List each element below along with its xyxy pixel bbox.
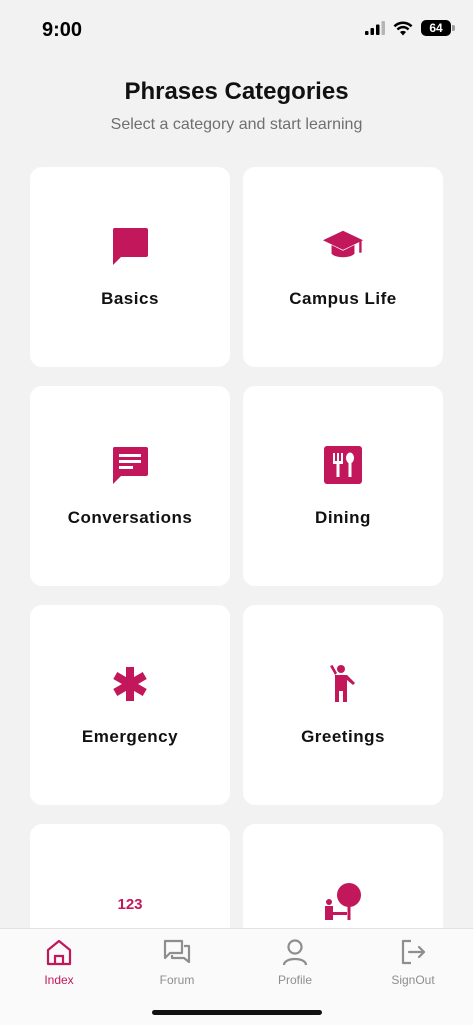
category-card-campus-life[interactable]: Campus Life bbox=[243, 167, 443, 367]
numbers-123-icon: 123 bbox=[109, 882, 151, 924]
person-tree-icon bbox=[322, 882, 364, 924]
category-card-emergency[interactable]: Emergency bbox=[30, 605, 230, 805]
message-lines-icon bbox=[109, 444, 151, 486]
graduation-cap-icon bbox=[322, 225, 364, 267]
tab-label: SignOut bbox=[391, 973, 435, 987]
category-label: Greetings bbox=[301, 727, 385, 746]
signal-icon bbox=[365, 21, 385, 35]
person-icon bbox=[282, 939, 308, 966]
status-time: 9:00 bbox=[42, 19, 83, 41]
bottom-tab-bar: Index Forum Profile SignOut bbox=[0, 928, 473, 1025]
battery-level: 64 bbox=[429, 21, 443, 35]
tab-label: Index bbox=[44, 973, 74, 987]
fork-spoon-icon bbox=[322, 444, 364, 486]
chat-bubble-icon bbox=[109, 225, 151, 267]
category-grid: Basics Campus Life Conversations Dining … bbox=[30, 167, 443, 928]
category-label: Emergency bbox=[81, 727, 179, 746]
tab-profile[interactable]: Profile bbox=[236, 929, 354, 999]
page-subtitle: Select a category and start learning bbox=[110, 116, 363, 133]
category-card-greetings[interactable]: Greetings bbox=[243, 605, 443, 805]
forum-icon bbox=[163, 939, 191, 964]
svg-text:123: 123 bbox=[117, 896, 142, 913]
category-card-dining[interactable]: Dining bbox=[243, 386, 443, 586]
status-icons: 64 bbox=[365, 20, 455, 36]
category-label: Basics bbox=[101, 289, 159, 308]
wifi-icon bbox=[393, 20, 413, 35]
tab-label: Forum bbox=[159, 973, 195, 987]
home-icon bbox=[46, 939, 72, 966]
status-bar: 9:00 64 bbox=[0, 0, 473, 60]
tab-index[interactable]: Index bbox=[0, 929, 118, 999]
category-card-basics[interactable]: Basics bbox=[30, 167, 230, 367]
category-card-conversations[interactable]: Conversations bbox=[30, 386, 230, 586]
tab-forum[interactable]: Forum bbox=[118, 929, 236, 999]
category-label: Dining bbox=[315, 508, 371, 527]
person-waving-icon bbox=[322, 663, 364, 705]
battery-indicator: 64 bbox=[421, 20, 455, 36]
sign-out-icon bbox=[401, 939, 426, 965]
category-label: Campus Life bbox=[289, 289, 397, 308]
page-header: Phrases Categories Select a category and… bbox=[0, 78, 473, 135]
tab-label: Profile bbox=[277, 973, 312, 987]
category-label: Conversations bbox=[67, 508, 193, 527]
category-card-outdoor[interactable] bbox=[243, 824, 443, 928]
page-title: Phrases Categories bbox=[124, 78, 349, 105]
category-card-numbers[interactable]: 123 bbox=[30, 824, 230, 928]
home-indicator bbox=[152, 1010, 322, 1015]
tab-sign-out[interactable]: SignOut bbox=[354, 929, 472, 999]
asterisk-icon bbox=[109, 663, 151, 705]
